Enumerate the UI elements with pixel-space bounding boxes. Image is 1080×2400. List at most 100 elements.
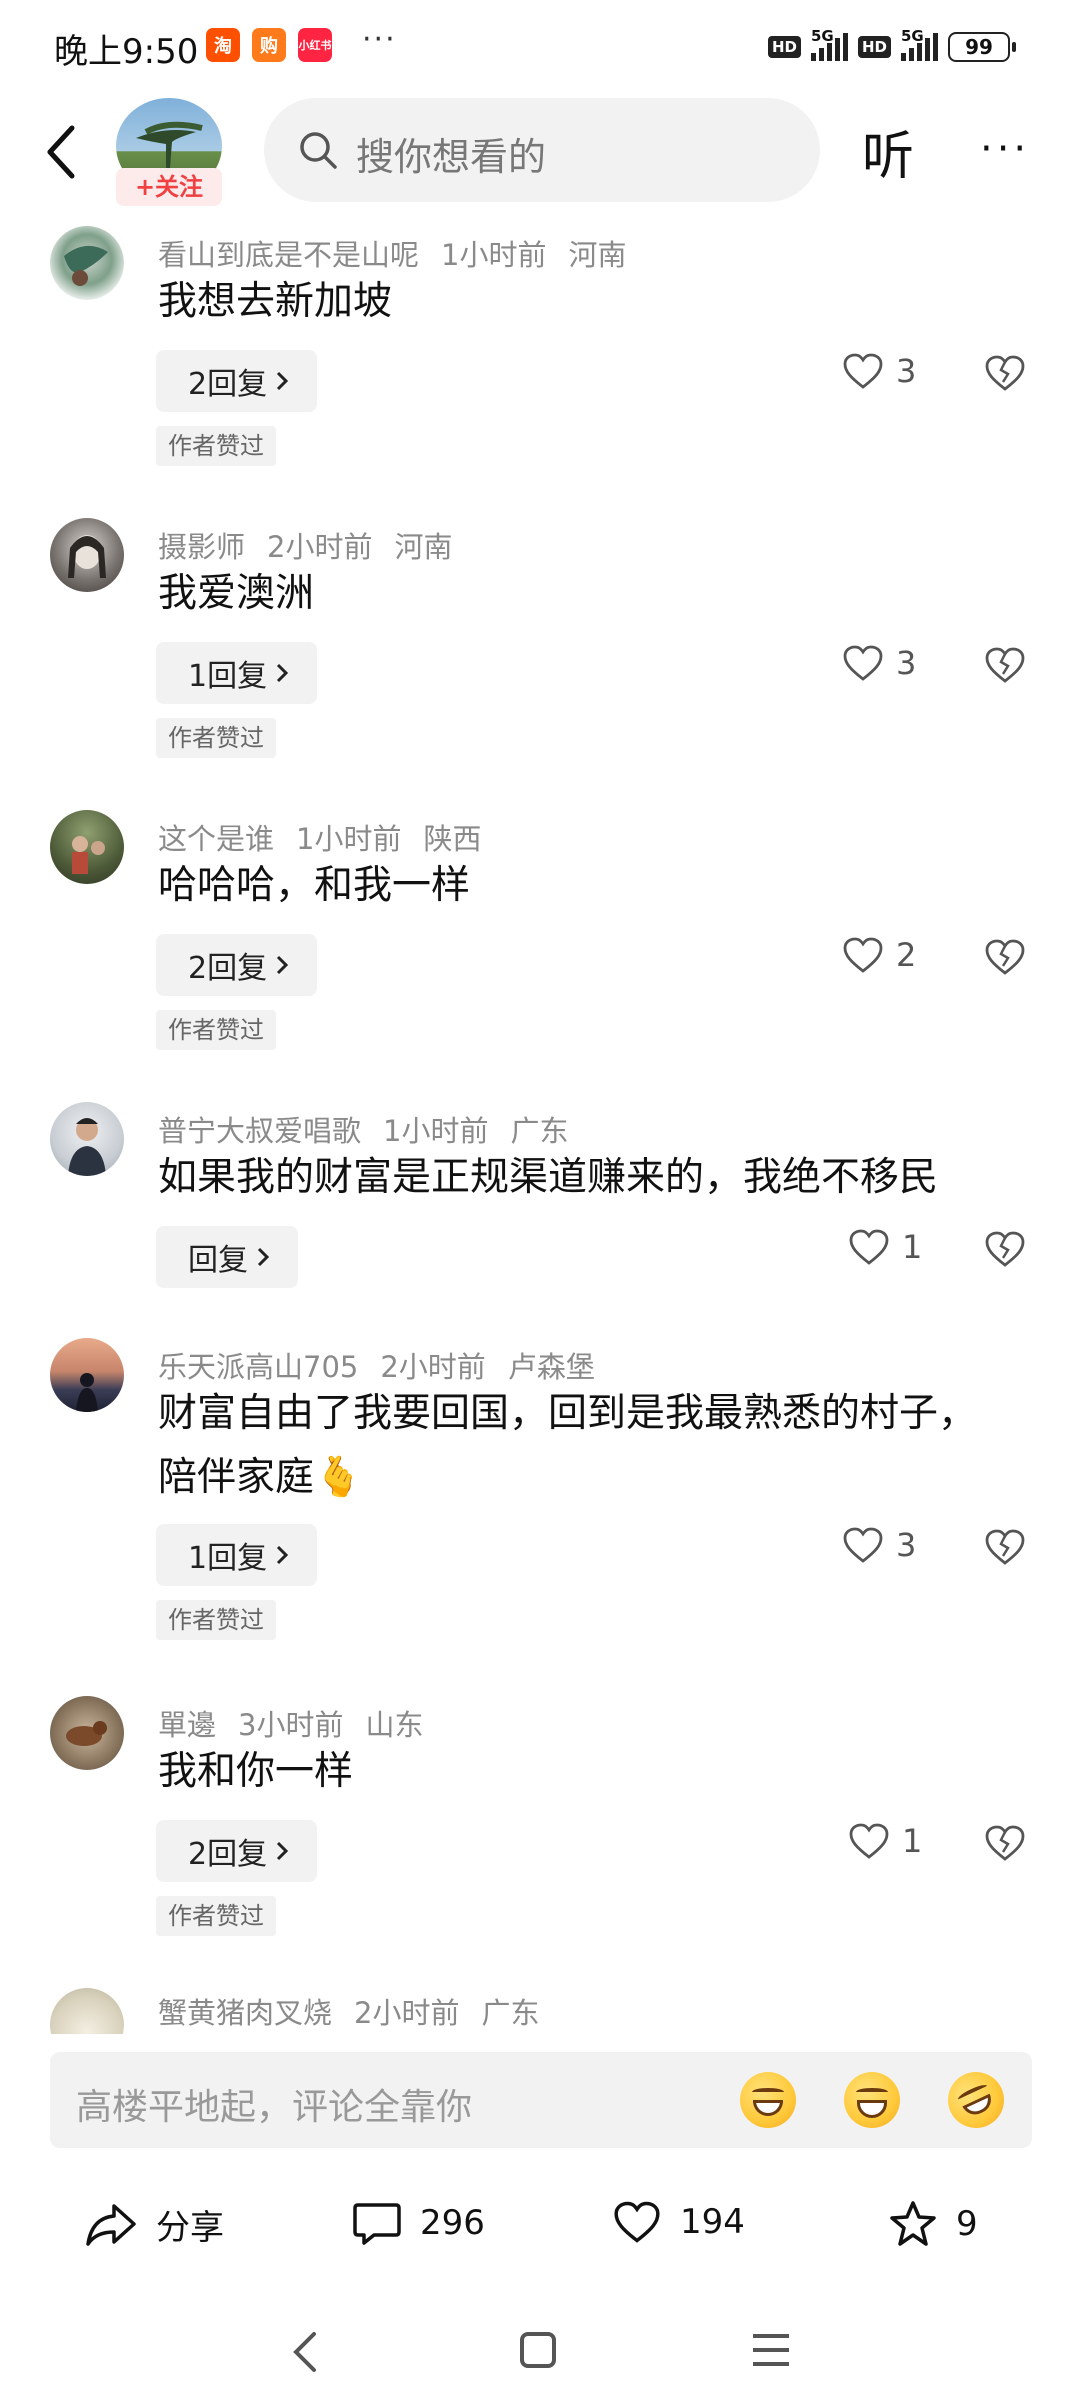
dislike-broken-heart-icon[interactable] xyxy=(984,646,1026,684)
signal-icon-2: 5G xyxy=(901,27,938,61)
like-count: 3 xyxy=(896,352,917,390)
commenter-avatar[interactable] xyxy=(50,1338,124,1412)
replies-button[interactable]: 2回复 xyxy=(156,1820,318,1882)
comment-time: 1小时前 xyxy=(441,238,547,272)
top-bar: +关注 搜你想看的 听 ··· xyxy=(0,92,1080,212)
comment-time: 2小时前 xyxy=(354,1996,460,2030)
comment-location: 陕西 xyxy=(423,822,482,856)
chevron-right-icon xyxy=(277,371,289,391)
comment-meta: 單邊 3小时前 山东 xyxy=(158,1702,445,1744)
commenter-avatar[interactable] xyxy=(50,1988,124,2034)
commenter-avatar[interactable] xyxy=(50,518,124,592)
comment-username[interactable]: 看山到底是不是山呢 xyxy=(158,238,419,272)
heart-icon xyxy=(849,1229,889,1265)
search-placeholder: 搜你想看的 xyxy=(356,135,547,179)
author-liked-tag: 作者赞过 xyxy=(156,1010,276,1050)
comment-time: 1小时前 xyxy=(383,1114,489,1148)
heart-icon xyxy=(849,1823,889,1859)
nav-back-icon[interactable] xyxy=(290,2330,320,2374)
nav-home-icon[interactable] xyxy=(518,2330,558,2370)
commenter-avatar[interactable] xyxy=(50,1102,124,1176)
status-indicators: HD 5G HD 5G 99 xyxy=(767,27,1016,62)
hd-badge-1: HD xyxy=(767,36,801,58)
like-button[interactable]: 3 xyxy=(842,1526,916,1564)
chevron-right-icon xyxy=(257,1247,270,1267)
hd-badge-2: HD xyxy=(857,36,891,58)
comment-username[interactable]: 蟹黄猪肉叉烧 xyxy=(158,1996,332,2030)
commenter-avatar[interactable] xyxy=(50,226,124,300)
heart-icon xyxy=(843,645,883,681)
comment-text: 我和你一样 xyxy=(158,1749,354,1794)
dislike-broken-heart-icon[interactable] xyxy=(984,938,1026,976)
shopping-app-icon: 购 xyxy=(252,28,286,62)
comment-location: 山东 xyxy=(365,1708,424,1742)
comments-button[interactable]: 296 xyxy=(352,2200,485,2246)
comment-input[interactable]: 高楼平地起，评论全靠你 xyxy=(50,2052,1032,2148)
comment-username[interactable]: 乐天派高山705 xyxy=(158,1350,358,1384)
chevron-right-icon xyxy=(277,955,289,975)
system-navigation-bar xyxy=(0,2290,1080,2400)
comment-location: 卢森堡 xyxy=(507,1350,595,1384)
status-bar: 晚上9:50 淘 购 小红书 ··· HD 5G HD 5G 99 xyxy=(0,0,1080,92)
comment-item: 这个是谁 1小时前 陕西 哈哈哈，和我一样 2回复 作者赞过 2 xyxy=(0,810,1080,1070)
dislike-broken-heart-icon[interactable] xyxy=(984,1230,1026,1268)
xiaohongshu-app-icon: 小红书 xyxy=(298,28,332,62)
heart-icon xyxy=(843,353,883,389)
author-liked-tag: 作者赞过 xyxy=(156,718,276,758)
like-button[interactable]: 1 xyxy=(848,1822,922,1860)
more-options-button[interactable]: ··· xyxy=(980,126,1030,172)
like-post-button[interactable]: 194 xyxy=(612,2200,745,2244)
share-button[interactable]: 分享 xyxy=(84,2200,224,2249)
like-button[interactable]: 3 xyxy=(842,644,916,682)
comment-username[interactable]: 摄影师 xyxy=(158,530,245,564)
like-button[interactable]: 3 xyxy=(842,352,916,390)
author-liked-tag: 作者赞过 xyxy=(156,1600,276,1640)
search-bar[interactable]: 搜你想看的 xyxy=(264,98,820,202)
status-time: 晚上9:50 xyxy=(54,32,199,72)
replies-button[interactable]: 回复 xyxy=(156,1226,298,1288)
comment-meta: 看山到底是不是山呢 1小时前 河南 xyxy=(158,232,648,274)
comment-text: 如果我的财富是正规渠道赚来的，我绝不移民 xyxy=(158,1155,939,1200)
follow-button[interactable]: +关注 xyxy=(116,168,222,206)
comment-username[interactable]: 这个是谁 xyxy=(158,822,274,856)
commenter-avatar[interactable] xyxy=(50,1696,124,1770)
like-button[interactable]: 2 xyxy=(842,936,916,974)
beaming-face-icon[interactable] xyxy=(844,2072,900,2128)
dislike-broken-heart-icon[interactable] xyxy=(984,354,1026,392)
comment-username[interactable]: 單邊 xyxy=(158,1708,216,1742)
comment-text: 财富自由了我要回国，回到是我最熟悉的村子，陪伴家庭🫰 xyxy=(158,1391,978,1500)
listen-button[interactable]: 听 xyxy=(862,114,914,189)
rolling-laughing-face-icon[interactable] xyxy=(938,2062,1014,2138)
comment-meta: 普宁大叔爱唱歌 1小时前 广东 xyxy=(158,1108,590,1150)
comment-username[interactable]: 普宁大叔爱唱歌 xyxy=(158,1114,361,1148)
dislike-broken-heart-icon[interactable] xyxy=(984,1528,1026,1566)
comment-item: 看山到底是不是山呢 1小时前 河南 我想去新加坡 2回复 作者赞过 3 xyxy=(0,226,1080,486)
comment-item: 普宁大叔爱唱歌 1小时前 广东 如果我的财富是正规渠道赚来的，我绝不移民 回复 1 xyxy=(0,1102,1080,1302)
like-count: 1 xyxy=(902,1822,923,1860)
comment-item: 摄影师 2小时前 河南 我爱澳洲 1回复 作者赞过 3 xyxy=(0,518,1080,778)
replies-button[interactable]: 1回复 xyxy=(156,642,318,704)
comment-location: 河南 xyxy=(394,530,453,564)
author-liked-tag: 作者赞过 xyxy=(156,426,276,466)
like-count: 3 xyxy=(896,1526,917,1564)
bottom-action-bar: 分享 296 194 9 xyxy=(0,2170,1080,2280)
back-icon[interactable] xyxy=(42,122,82,182)
replies-button[interactable]: 1回复 xyxy=(156,1524,318,1586)
author-liked-tag: 作者赞过 xyxy=(156,1896,276,1936)
replies-button[interactable]: 2回复 xyxy=(156,934,318,996)
like-button[interactable]: 1 xyxy=(848,1228,922,1266)
favorite-button[interactable]: 9 xyxy=(888,2200,978,2248)
like-count: 2 xyxy=(896,936,917,974)
commenter-avatar[interactable] xyxy=(50,810,124,884)
comment-time: 2小时前 xyxy=(380,1350,486,1384)
comment-input-placeholder: 高楼平地起，评论全靠你 xyxy=(76,2087,473,2128)
comment-location: 广东 xyxy=(481,1996,540,2030)
grinning-squinting-face-icon[interactable] xyxy=(740,2072,796,2128)
nav-menu-icon[interactable] xyxy=(750,2330,792,2370)
author-avatar[interactable]: +关注 xyxy=(116,98,222,206)
replies-button[interactable]: 2回复 xyxy=(156,350,318,412)
dislike-broken-heart-icon[interactable] xyxy=(984,1824,1026,1862)
comment-text: 我爱澳洲 xyxy=(158,571,315,616)
comment-time: 3小时前 xyxy=(238,1708,344,1742)
star-icon xyxy=(890,2201,936,2246)
